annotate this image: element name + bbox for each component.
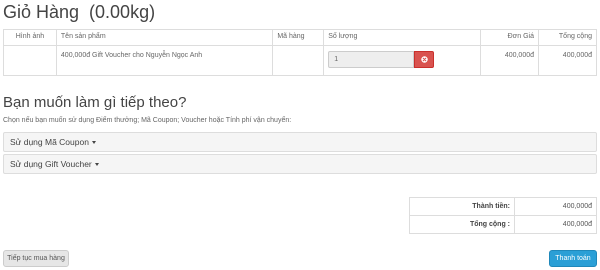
checkout-button[interactable]: Thanh toán (549, 250, 597, 267)
cart-header-row: Hình ảnh Tên sản phẩm Mã hàng Số lượng Đ… (3, 29, 597, 46)
grand-total-row: Tổng cộng : 400,000đ (409, 215, 597, 234)
col-name-header: Tên sản phẩm (55, 29, 274, 46)
caret-down-icon (94, 163, 99, 166)
quantity-group (328, 51, 476, 68)
continue-shopping-button[interactable]: Tiếp tục mua hàng (3, 250, 69, 267)
subtotal-row: Thành tiền: 400,000đ (409, 197, 597, 216)
page-title: Giỏ Hàng (0.00kg) (3, 2, 156, 22)
quantity-input[interactable] (328, 51, 415, 68)
quantity-cell (323, 45, 482, 76)
col-model-header: Mã hàng (272, 29, 325, 46)
totals-table: Thành tiền: 400,000đ Tổng cộng : 400,000… (409, 197, 597, 234)
caret-down-icon (91, 141, 96, 144)
coupon-panel-label: Sử dụng Mã Coupon (10, 137, 89, 147)
unit-price-cell: 400,000đ (480, 45, 540, 76)
subtotal-value: 400,000đ (514, 197, 597, 216)
col-unit-price-header: Đơn Giá (480, 29, 540, 46)
gift-voucher-panel-toggle[interactable]: Sử dụng Gift Voucher (3, 154, 597, 174)
col-quantity-header: Số lượng (323, 29, 482, 46)
table-row: 400,000đ Gift Voucher cho Nguyễn Ngọc An… (3, 45, 597, 76)
row-total-cell: 400,000đ (538, 45, 597, 76)
next-steps-title: Bạn muốn làm gì tiếp theo? (3, 94, 187, 111)
coupon-panel-toggle[interactable]: Sử dụng Mã Coupon (3, 132, 597, 152)
next-steps-description: Chọn nếu bạn muốn sử dụng Điểm thưởng; M… (3, 117, 292, 124)
product-image-cell (3, 45, 57, 76)
remove-button[interactable] (414, 51, 435, 68)
product-name-link[interactable]: 400,000đ Gift Voucher cho Nguyễn Ngọc An… (55, 45, 274, 76)
subtotal-label: Thành tiền: (409, 197, 515, 216)
cart-table: Hình ảnh Tên sản phẩm Mã hàng Số lượng Đ… (3, 29, 597, 76)
product-model-cell (272, 45, 325, 76)
col-total-header: Tổng cộng (538, 29, 597, 46)
grand-total-value: 400,000đ (514, 215, 597, 234)
remove-circle-icon (421, 56, 428, 63)
grand-total-label: Tổng cộng : (409, 215, 515, 234)
gift-voucher-panel-label: Sử dụng Gift Voucher (10, 159, 92, 169)
col-image-header: Hình ảnh (3, 29, 57, 46)
